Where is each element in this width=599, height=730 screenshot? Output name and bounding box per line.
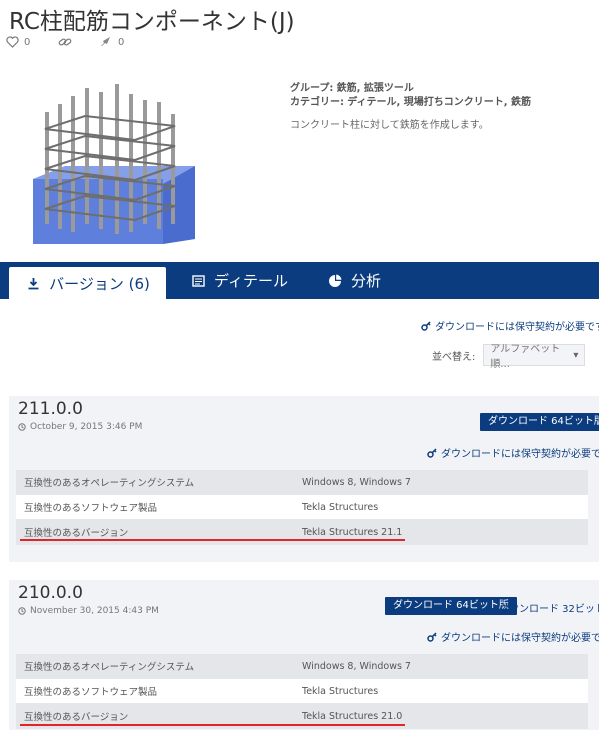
spec-key: 互換性のあるソフトウェア製品	[24, 503, 158, 514]
tab-analytics-label: 分析	[351, 272, 382, 290]
spec-value: Tekla Structures	[302, 685, 379, 697]
component-description: コンクリート柱に対して鉄筋を作成します。	[290, 120, 489, 131]
category-label: カテゴリー:	[290, 97, 344, 108]
key-icon	[427, 447, 437, 458]
pie-chart-icon	[327, 273, 343, 289]
version-date: October 9, 2015 3:46 PM	[18, 422, 142, 432]
spec-row-os: 互換性のあるオペレーティングシステム Windows 8, Windows 7	[16, 654, 588, 679]
spec-key: 互換性のあるオペレーティングシステム	[24, 662, 195, 673]
version-card: 210.0.0 November 30, 2015 4:43 PM ダウンロード…	[9, 580, 599, 730]
like-button[interactable]: 0	[6, 36, 30, 48]
clock-icon	[18, 423, 26, 431]
key-icon	[427, 631, 437, 642]
spec-value: Windows 8, Windows 7	[302, 660, 411, 672]
version-maintenance-text: ダウンロードには保守契約が必要です	[441, 449, 599, 460]
download-count: 0	[99, 36, 124, 48]
highlight-underline	[20, 539, 405, 541]
tab-versions-label: バージョン (6)	[49, 274, 150, 293]
version-number: 210.0.0	[18, 583, 83, 603]
highlight-underline	[20, 724, 405, 726]
details-icon	[190, 273, 206, 289]
download-count-value: 0	[118, 36, 125, 48]
chevron-down-icon: ▾	[573, 349, 579, 361]
like-count: 0	[24, 36, 31, 48]
tab-versions[interactable]: バージョン (6)	[9, 267, 166, 299]
spec-row-software: 互換性のあるソフトウェア製品 Tekla Structures	[16, 495, 588, 520]
key-icon	[421, 320, 431, 331]
version-date-text: November 30, 2015 4:43 PM	[30, 606, 159, 616]
component-thumbnail	[33, 84, 195, 244]
version-maintenance-notice[interactable]: ダウンロードには保守契約が必要です	[427, 445, 599, 460]
spec-row-os: 互換性のあるオペレーティングシステム Windows 8, Windows 7	[16, 470, 588, 495]
component-meta: グループ: 鉄筋, 拡張ツール カテゴリー: ディテール, 現場打ちコンクリート…	[290, 82, 531, 133]
clock-icon	[18, 607, 26, 615]
spec-key: 互換性のあるバージョン	[24, 528, 129, 539]
tab-bar: バージョン (6) ディテール 分析	[0, 262, 599, 299]
group-label: グループ:	[290, 83, 334, 94]
version-maintenance-text: ダウンロードには保守契約が必要です	[441, 633, 599, 644]
share-link-button[interactable]	[58, 36, 72, 48]
rocket-icon	[101, 37, 110, 46]
version-date-text: October 9, 2015 3:46 PM	[30, 422, 143, 432]
download-32bit-link[interactable]: ダウンロード 32ビット版	[499, 600, 599, 615]
tab-details[interactable]: ディテール	[190, 262, 288, 299]
version-spec-table: 互換性のあるオペレーティングシステム Windows 8, Windows 7 …	[16, 654, 588, 729]
version-maintenance-notice[interactable]: ダウンロードには保守契約が必要です	[427, 629, 599, 644]
category-value: ディテール, 現場打ちコンクリート, 鉄筋	[347, 97, 532, 108]
spec-key: 互換性のあるオペレーティングシステム	[24, 478, 195, 489]
sort-select[interactable]: アルファベット順... ▾	[483, 344, 586, 370]
version-card: 211.0.0 October 9, 2015 3:46 PM ダウンロード 6…	[9, 396, 599, 562]
maintenance-notice-text: ダウンロードには保守契約が必要です	[435, 322, 599, 333]
link-icon	[58, 38, 72, 46]
version-spec-table: 互換性のあるオペレーティングシステム Windows 8, Windows 7 …	[16, 470, 588, 545]
spec-value: Tekla Structures 21.1	[302, 526, 403, 538]
version-number: 211.0.0	[18, 399, 83, 419]
heart-icon	[6, 36, 19, 48]
tab-analytics[interactable]: 分析	[327, 262, 381, 299]
spec-key: 互換性のあるバージョン	[24, 712, 129, 723]
spec-key: 互換性のあるソフトウェア製品	[24, 687, 158, 698]
group-value: 鉄筋, 拡張ツール	[336, 83, 414, 94]
sort-selected: アルファベット順...	[490, 344, 561, 370]
tab-details-label: ディテール	[214, 272, 288, 290]
spec-value: Windows 8, Windows 7	[302, 476, 411, 488]
sort-label: 並べ替え:	[432, 351, 476, 363]
spec-value: Tekla Structures 21.0	[302, 710, 403, 722]
spec-value: Tekla Structures	[302, 501, 379, 513]
version-date: November 30, 2015 4:43 PM	[18, 606, 159, 616]
download-64bit-button[interactable]: ダウンロード 64ビット版	[480, 413, 599, 431]
maintenance-notice[interactable]: ダウンロードには保守契約が必要です	[421, 318, 599, 333]
download-icon	[25, 275, 41, 291]
page-title: RC柱配筋コンポーネント(J)	[9, 9, 295, 35]
sort-control: 並べ替え: アルファベット順... ▾	[432, 344, 586, 370]
spec-row-software: 互換性のあるソフトウェア製品 Tekla Structures	[16, 679, 588, 704]
download-64bit-button[interactable]: ダウンロード 64ビット版	[385, 597, 517, 615]
spec-row-version: 互換性のあるバージョン Tekla Structures 21.1	[16, 520, 588, 545]
